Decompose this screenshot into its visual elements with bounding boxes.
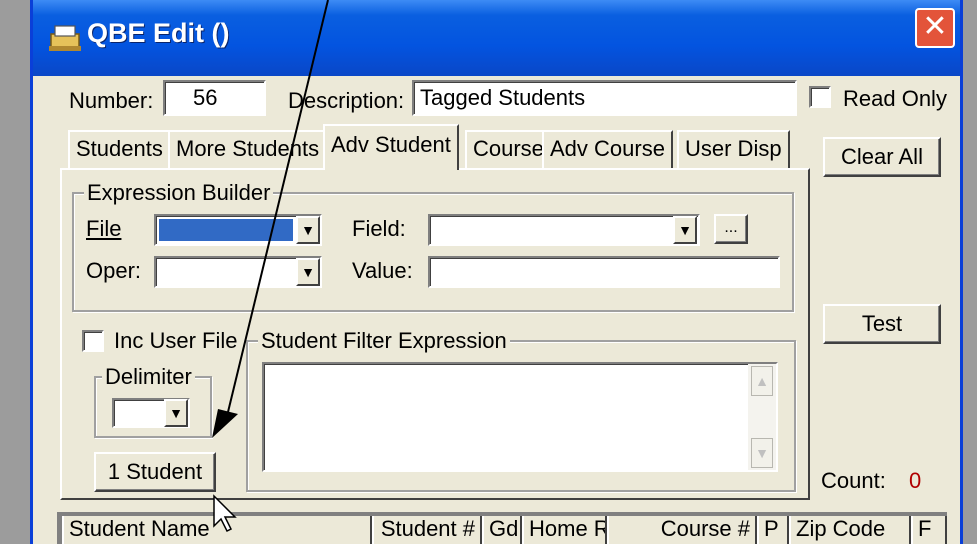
- inc-user-file-label: Inc User File: [114, 328, 238, 353]
- scroll-down-icon[interactable]: ▼: [751, 438, 773, 468]
- title-bar[interactable]: QBE Edit () ✕: [33, 0, 960, 76]
- value-label: Value:: [352, 258, 413, 283]
- expression-builder-caption: Expression Builder: [84, 180, 274, 206]
- adv-student-panel: Expression Builder File ▼ Field: ▼ ... O…: [60, 168, 810, 500]
- scroll-up-icon[interactable]: ▲: [751, 366, 773, 396]
- inc-user-file-checkbox[interactable]: [82, 330, 104, 352]
- grid-header-period[interactable]: P: [757, 516, 789, 544]
- test-label: Test: [861, 311, 903, 336]
- close-icon: ✕: [922, 9, 948, 44]
- student-filter-caption: Student Filter Expression: [258, 328, 510, 354]
- grid-header-zip-code[interactable]: Zip Code: [789, 516, 911, 544]
- description-label: Description:: [288, 88, 405, 113]
- oper-label: Oper:: [86, 258, 142, 283]
- tab-user-disp[interactable]: User Disp: [677, 130, 790, 168]
- field-browse-button[interactable]: ...: [714, 214, 748, 244]
- student-filter-textarea[interactable]: [262, 362, 778, 472]
- grid-header-student-name[interactable]: Student Name: [62, 516, 372, 544]
- tab-more-students[interactable]: More Students: [168, 130, 328, 168]
- read-only-checkbox[interactable]: [809, 86, 831, 108]
- test-button[interactable]: Test: [823, 304, 941, 344]
- close-button[interactable]: ✕: [915, 8, 955, 48]
- grid-header-home-room[interactable]: Home R: [522, 516, 607, 544]
- clear-all-label: Clear All: [841, 144, 923, 169]
- file-dropdown-arrow[interactable]: ▼: [296, 216, 320, 244]
- grid-header-grade[interactable]: Gd: [482, 516, 522, 544]
- expression-builder-group: [72, 192, 794, 312]
- field-dropdown-arrow[interactable]: ▼: [673, 216, 697, 244]
- delimiter-caption: Delimiter: [102, 364, 195, 390]
- browse-label: ...: [724, 219, 738, 236]
- qbe-edit-window: QBE Edit () ✕ Number: 56 Description: Ta…: [30, 0, 963, 544]
- read-only-label: Read Only: [843, 86, 947, 111]
- app-icon: [49, 25, 81, 51]
- clear-all-button[interactable]: Clear All: [823, 137, 941, 177]
- grid-header-course-number[interactable]: Course #: [607, 516, 757, 544]
- tab-students[interactable]: Students: [68, 130, 171, 168]
- delimiter-dropdown-arrow[interactable]: ▼: [164, 399, 188, 427]
- one-student-label: 1 Student: [107, 459, 203, 484]
- filter-scrollbar[interactable]: ▲ ▼: [748, 364, 776, 470]
- field-label: Field:: [352, 216, 406, 241]
- field-combo[interactable]: [428, 214, 700, 246]
- count-label: Count:: [821, 468, 886, 493]
- description-field[interactable]: Tagged Students: [412, 80, 797, 116]
- number-label: Number:: [69, 88, 154, 113]
- oper-dropdown-arrow[interactable]: ▼: [296, 258, 320, 286]
- file-label: File: [86, 216, 122, 241]
- grid-header-f[interactable]: F: [911, 516, 947, 544]
- window-title: QBE Edit (): [87, 18, 230, 48]
- tab-adv-student[interactable]: Adv Student: [323, 124, 459, 170]
- one-student-button[interactable]: 1 Student: [94, 452, 216, 492]
- count-value: 0: [909, 468, 922, 493]
- tab-adv-course[interactable]: Adv Course: [542, 130, 673, 168]
- file-combo-selection: [159, 219, 293, 241]
- grid-header-student-number[interactable]: Student #: [372, 516, 482, 544]
- value-field[interactable]: [428, 256, 780, 288]
- number-field[interactable]: 56: [163, 80, 266, 116]
- tab-course[interactable]: Course: [465, 130, 552, 168]
